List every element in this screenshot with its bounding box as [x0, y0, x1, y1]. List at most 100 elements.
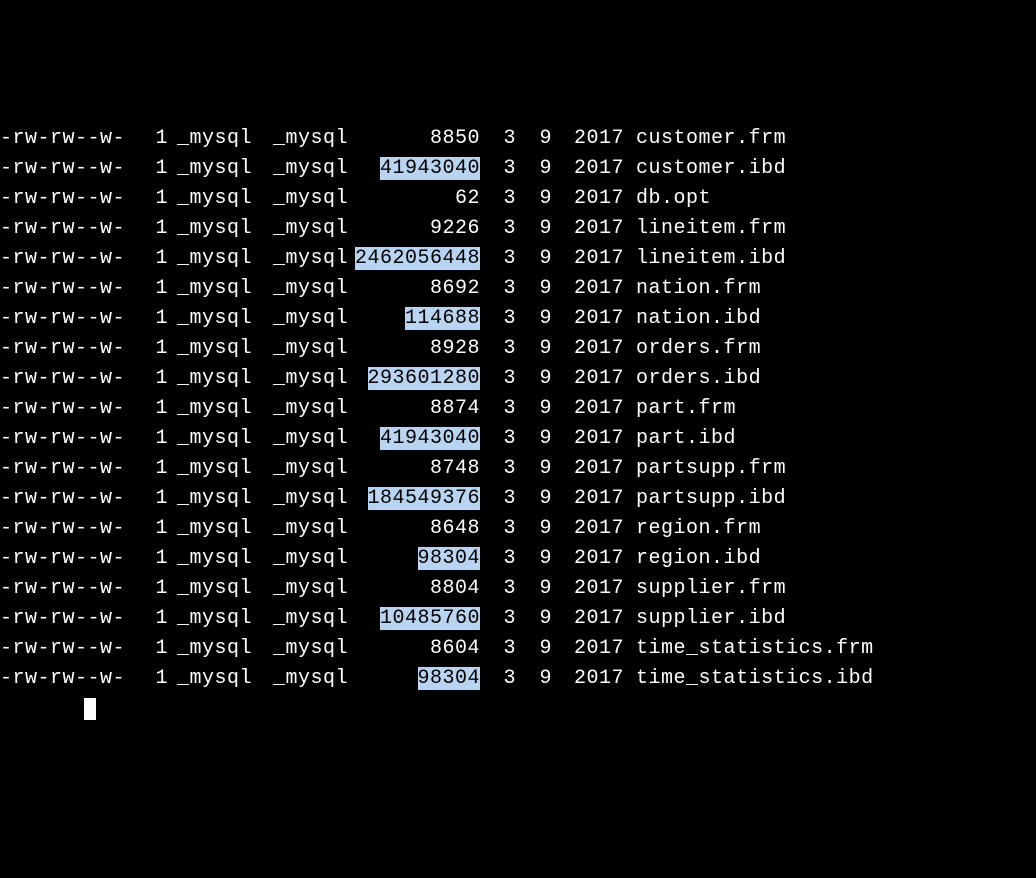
link-count: 1 — [132, 424, 168, 454]
permissions: -rw-rw--w- — [0, 634, 132, 664]
link-count: 1 — [132, 664, 168, 694]
year: 2017 — [552, 154, 624, 184]
month: 3 — [480, 544, 516, 574]
file-size: 8928 — [430, 337, 480, 360]
link-count: 1 — [132, 394, 168, 424]
link-count: 1 — [132, 214, 168, 244]
month: 3 — [480, 214, 516, 244]
day: 9 — [516, 604, 552, 634]
month: 3 — [480, 244, 516, 274]
owner: _mysql — [168, 634, 252, 664]
size-column: 9226 — [348, 214, 480, 244]
link-count: 1 — [132, 154, 168, 184]
month: 3 — [480, 364, 516, 394]
size-column: 184549376 — [348, 484, 480, 514]
file-name: time_statistics.ibd — [624, 664, 874, 694]
month: 3 — [480, 454, 516, 484]
year: 2017 — [552, 184, 624, 214]
file-row: -rw-rw--w-1_mysql_mysql8604392017time_st… — [0, 634, 1036, 664]
day: 9 — [516, 544, 552, 574]
file-row: -rw-rw--w-1_mysql_mysql9226392017lineite… — [0, 214, 1036, 244]
file-name: customer.ibd — [624, 154, 786, 184]
owner: _mysql — [168, 304, 252, 334]
file-row: -rw-rw--w-1_mysql_mysql8748392017partsup… — [0, 454, 1036, 484]
day: 9 — [516, 364, 552, 394]
file-name: partsupp.frm — [624, 454, 786, 484]
size-column: 41943040 — [348, 154, 480, 184]
month: 3 — [480, 424, 516, 454]
file-name: nation.ibd — [624, 304, 761, 334]
file-name: region.frm — [624, 514, 761, 544]
year: 2017 — [552, 634, 624, 664]
file-row: -rw-rw--w-1_mysql_mysql184549376392017pa… — [0, 484, 1036, 514]
file-row: -rw-rw--w-1_mysql_mysql10485760392017sup… — [0, 604, 1036, 634]
day: 9 — [516, 244, 552, 274]
group: _mysql — [252, 454, 348, 484]
group: _mysql — [252, 154, 348, 184]
link-count: 1 — [132, 544, 168, 574]
file-size: 98304 — [418, 667, 481, 690]
file-size: 98304 — [418, 547, 481, 570]
file-row: -rw-rw--w-1_mysql_mysql98304392017time_s… — [0, 664, 1036, 694]
year: 2017 — [552, 334, 624, 364]
file-name: time_statistics.frm — [624, 634, 874, 664]
size-column: 8850 — [348, 124, 480, 154]
owner: _mysql — [168, 274, 252, 304]
day: 9 — [516, 124, 552, 154]
month: 3 — [480, 274, 516, 304]
group: _mysql — [252, 664, 348, 694]
year: 2017 — [552, 664, 624, 694]
group: _mysql — [252, 484, 348, 514]
group: _mysql — [252, 334, 348, 364]
link-count: 1 — [132, 244, 168, 274]
file-name: supplier.frm — [624, 574, 786, 604]
link-count: 1 — [132, 124, 168, 154]
owner: _mysql — [168, 574, 252, 604]
day: 9 — [516, 634, 552, 664]
month: 3 — [480, 574, 516, 604]
group: _mysql — [252, 604, 348, 634]
permissions: -rw-rw--w- — [0, 424, 132, 454]
year: 2017 — [552, 274, 624, 304]
day: 9 — [516, 514, 552, 544]
link-count: 1 — [132, 304, 168, 334]
permissions: -rw-rw--w- — [0, 334, 132, 364]
file-name: supplier.ibd — [624, 604, 786, 634]
month: 3 — [480, 154, 516, 184]
size-column: 114688 — [348, 304, 480, 334]
file-row: -rw-rw--w-1_mysql_mysql41943040392017par… — [0, 424, 1036, 454]
permissions: -rw-rw--w- — [0, 394, 132, 424]
day: 9 — [516, 184, 552, 214]
group: _mysql — [252, 274, 348, 304]
file-row: -rw-rw--w-1_mysql_mysql8648392017region.… — [0, 514, 1036, 544]
day: 9 — [516, 274, 552, 304]
file-row: -rw-rw--w-1_mysql_mysql41943040392017cus… — [0, 154, 1036, 184]
month: 3 — [480, 514, 516, 544]
file-row: -rw-rw--w-1_mysql_mysql8928392017orders.… — [0, 334, 1036, 364]
file-name: customer.frm — [624, 124, 786, 154]
group: _mysql — [252, 394, 348, 424]
month: 3 — [480, 304, 516, 334]
permissions: -rw-rw--w- — [0, 664, 132, 694]
size-column: 8604 — [348, 634, 480, 664]
year: 2017 — [552, 484, 624, 514]
link-count: 1 — [132, 334, 168, 364]
month: 3 — [480, 124, 516, 154]
link-count: 1 — [132, 184, 168, 214]
terminal-output[interactable]: -rw-rw--w-1_mysql_mysql8850392017custome… — [0, 124, 1036, 724]
owner: _mysql — [168, 664, 252, 694]
size-column: 8804 — [348, 574, 480, 604]
size-column: 41943040 — [348, 424, 480, 454]
owner: _mysql — [168, 544, 252, 574]
link-count: 1 — [132, 514, 168, 544]
owner: _mysql — [168, 244, 252, 274]
owner: _mysql — [168, 604, 252, 634]
file-size: 41943040 — [380, 157, 480, 180]
day: 9 — [516, 154, 552, 184]
year: 2017 — [552, 454, 624, 484]
owner: _mysql — [168, 394, 252, 424]
owner: _mysql — [168, 424, 252, 454]
cursor-icon — [84, 698, 96, 720]
month: 3 — [480, 634, 516, 664]
file-name: orders.frm — [624, 334, 761, 364]
